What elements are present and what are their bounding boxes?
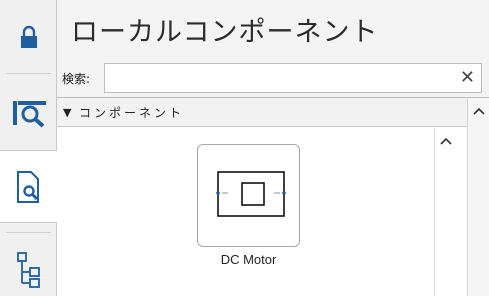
clear-search-icon[interactable]: ✕ xyxy=(460,67,475,89)
document-search-icon xyxy=(17,170,39,203)
component-card-dc-motor[interactable] xyxy=(197,144,300,247)
outer-scrollbar[interactable] xyxy=(467,98,489,296)
panel-title: ローカルコンポーネント xyxy=(71,17,379,48)
library-search-button[interactable] xyxy=(0,74,57,147)
component-list: ▼ コンポーネント DC Motor xyxy=(57,97,489,296)
scroll-up-icon[interactable] xyxy=(440,134,452,148)
component-name: DC Motor xyxy=(220,252,277,267)
tree-view-button[interactable] xyxy=(0,233,57,296)
tree-hierarchy-icon xyxy=(16,251,40,288)
collapse-triangle-icon[interactable]: ▼ xyxy=(63,106,71,119)
library-search-icon xyxy=(12,100,46,128)
document-search-button[interactable] xyxy=(0,150,58,223)
section-header-components[interactable]: ▼ コンポーネント xyxy=(57,98,467,127)
local-components-window: ローカルコンポーネント 検索: ✕ ▼ コンポーネント DC Motor xyxy=(0,0,489,296)
search-box: ✕ xyxy=(104,63,482,93)
lock-button[interactable] xyxy=(0,0,57,73)
section-title: コンポーネント xyxy=(79,106,185,120)
lock-icon xyxy=(20,25,37,48)
left-toolbar xyxy=(0,0,58,296)
scroll-up-icon[interactable] xyxy=(473,104,485,118)
inner-scrollbar[interactable] xyxy=(434,128,456,296)
search-input[interactable] xyxy=(107,66,447,90)
dc-motor-block-icon xyxy=(216,171,286,217)
components-panel: ローカルコンポーネント 検索: ✕ ▼ コンポーネント DC Motor xyxy=(57,0,489,296)
search-label: 検索: xyxy=(62,72,91,86)
